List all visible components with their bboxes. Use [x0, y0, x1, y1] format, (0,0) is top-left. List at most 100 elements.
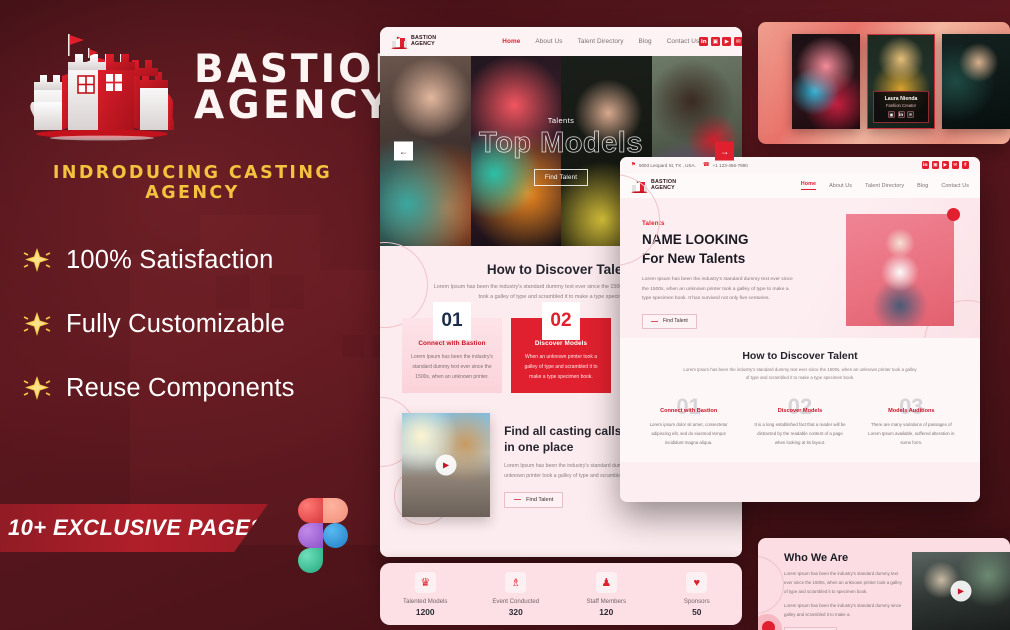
youtube-icon[interactable]: ▶: [722, 37, 732, 46]
feature-list: 100% Satisfaction Fully Customizable Reu…: [22, 228, 295, 420]
nav-item-talent-directory[interactable]: Talent Directory: [578, 38, 624, 45]
instagram-icon[interactable]: ▣: [888, 111, 895, 118]
step-text: When an unknown printer took a galley of…: [524, 354, 598, 380]
nav-item-home[interactable]: Home: [800, 181, 817, 190]
stat-label: Sponsors: [683, 598, 710, 605]
decorative-dot: [947, 208, 960, 221]
about-section-mockup[interactable]: Who We Are Lorem Ipsum has been the indu…: [758, 538, 1010, 630]
about-heading: Who We Are: [784, 552, 849, 564]
navbar-links[interactable]: Home About Us Talent Directory Blog Cont…: [502, 38, 699, 45]
talent-cards-mockup[interactable]: Laura Nienda Fashion Creator ▣ in ✉: [758, 22, 1010, 144]
about-copy: Who We Are Lorem Ipsum has been the indu…: [784, 552, 902, 630]
navbar-logo[interactable]: BASTION AGENCY: [391, 35, 436, 49]
sparkle-star-icon: [22, 309, 52, 339]
nav-item-home[interactable]: Home: [502, 38, 520, 45]
stat-label: Event Conducted: [492, 598, 540, 605]
step-title: Connect with Bastion: [418, 340, 486, 347]
twitter-icon[interactable]: ✉: [733, 37, 742, 46]
talent-card[interactable]: [792, 34, 860, 129]
nav-item-about-us[interactable]: About Us: [535, 38, 562, 45]
stat-label: Staff Members: [586, 598, 626, 605]
talent-name: Laura Nienda: [884, 96, 918, 102]
left-promo-panel: BASTION AGENCY INDRODUCING CASTING AGENC…: [0, 0, 407, 630]
step-title: Connect with Bastion: [660, 408, 718, 415]
stat-value: 50: [692, 607, 702, 617]
play-icon[interactable]: ▶: [435, 454, 457, 476]
castle-logo-icon: [22, 32, 184, 144]
feature-label: Fully Customizable: [66, 309, 286, 338]
linkedin-icon[interactable]: in: [897, 111, 905, 118]
twitter-icon[interactable]: ✉: [951, 161, 959, 169]
talent-card-selected[interactable]: Laura Nienda Fashion Creator ▣ in ✉: [866, 34, 936, 129]
hero-find-talent-button[interactable]: Find Talent: [642, 313, 697, 329]
linkedin-icon[interactable]: in: [921, 161, 929, 169]
brand-tagline: INDRODUCING CASTING AGENCY: [52, 163, 333, 203]
hero-text-overlay: Talents Top Models Find Talent: [380, 56, 742, 246]
hero-title: Top Models: [479, 127, 643, 160]
stat-item: ♟ Staff Members 120: [566, 572, 646, 617]
about-paragraph-1: Lorem Ipsum has been the industry's stan…: [784, 571, 902, 594]
facebook-icon[interactable]: f: [961, 161, 969, 169]
hero-find-talent-button[interactable]: Find Talent: [533, 169, 589, 186]
discover-talent-section: How to Discover Talent Lorem Ipsum has b…: [620, 338, 980, 462]
hero-model-photo: [846, 214, 954, 326]
instagram-icon[interactable]: ▣: [931, 161, 939, 169]
talent-role: Fashion Creator: [885, 103, 917, 108]
step-title: Discover Models: [534, 340, 588, 347]
talent-card[interactable]: [942, 34, 1010, 129]
handshake-icon: ♥: [686, 572, 708, 593]
step-text: It is a long established fact that a rea…: [754, 422, 846, 445]
discover-steps: 01 Connect with Bastion Lorem ipsum dolo…: [620, 394, 980, 461]
stat-label: Talented Models: [403, 598, 448, 605]
step-number: 03: [899, 394, 924, 420]
trophy-icon: ♗: [505, 572, 527, 593]
utility-social-links[interactable]: in ▣ ▶ ✉ f: [921, 161, 969, 169]
about-paragraph-2: Lorem Ipsum has been the industry's stan…: [784, 603, 902, 618]
user-icon: ♟: [595, 572, 617, 593]
find-talent-button[interactable]: Find Talent: [504, 491, 564, 508]
carousel-next-arrow-icon[interactable]: →: [715, 141, 734, 161]
twitter-icon[interactable]: ✉: [907, 111, 914, 118]
instagram-icon[interactable]: ▣: [710, 37, 720, 46]
sparkle-star-icon: [22, 245, 52, 275]
youtube-icon[interactable]: ▶: [941, 161, 949, 169]
hero-text: Lorem Ipsum has been the industry's stan…: [642, 277, 793, 302]
feature-item: 100% Satisfaction: [22, 228, 295, 292]
feature-item: Fully Customizable: [22, 292, 295, 356]
play-icon[interactable]: ▶: [950, 580, 972, 602]
nav-item-blog[interactable]: Blog: [917, 183, 928, 189]
hero-carousel[interactable]: Talents Top Models Find Talent ← →: [380, 56, 742, 246]
discover-step: 03 Models Auditions There are many varia…: [859, 394, 964, 447]
nav-item-talent-directory[interactable]: Talent Directory: [865, 183, 904, 189]
navbar-social-links[interactable]: in ▣ ▶ ✉ f: [699, 37, 742, 46]
nav-item-contact-us[interactable]: Contact Us: [941, 183, 969, 189]
nav-item-blog[interactable]: Blog: [639, 38, 652, 45]
step-text: Lorem ipsum dolor sit amet, consectetur …: [649, 422, 728, 445]
feature-label: 100% Satisfaction: [66, 245, 274, 274]
nav-item-about-us[interactable]: About Us: [829, 183, 852, 189]
linkedin-icon[interactable]: in: [699, 37, 709, 46]
find-all-heading-line-2: in one place: [504, 439, 574, 454]
feature-label: Reuse Components: [66, 373, 295, 402]
navbar-links[interactable]: Home About Us Talent Directory Blog Cont…: [800, 181, 969, 190]
step-text: There are many variations of passages of…: [868, 422, 955, 445]
discover-heading: How to Discover Talent: [742, 350, 858, 362]
hero-cta-label: Find Talent: [663, 318, 688, 325]
step-number: 01: [433, 302, 471, 340]
brand-wordmark: BASTION AGENCY: [194, 50, 410, 125]
discover-step-active: 02 Discover Models When an unknown print…: [511, 302, 611, 394]
talent-social-links[interactable]: ▣ in ✉: [876, 111, 926, 118]
stat-item: ♥ Sponsors 50: [657, 572, 737, 617]
stat-value: 320: [508, 607, 523, 617]
decorative-ring: [758, 556, 784, 614]
stats-strip: ♛ Talented Models 1200 ♗ Event Conducted…: [380, 563, 742, 625]
carousel-prev-arrow-icon[interactable]: ←: [394, 141, 413, 161]
stat-item: ♗ Event Conducted 320: [476, 572, 556, 617]
discover-step: 01 Connect with Bastion Lorem Ipsum has …: [402, 302, 502, 394]
nav-item-contact-us[interactable]: Contact Us: [667, 38, 700, 45]
step-number: 01: [676, 394, 701, 420]
promo-video-thumbnail[interactable]: ▶: [402, 413, 491, 518]
about-video-thumbnail[interactable]: ▶: [912, 552, 1010, 630]
step-title: Models Auditions: [888, 408, 935, 415]
feature-item: Reuse Components: [22, 356, 295, 420]
